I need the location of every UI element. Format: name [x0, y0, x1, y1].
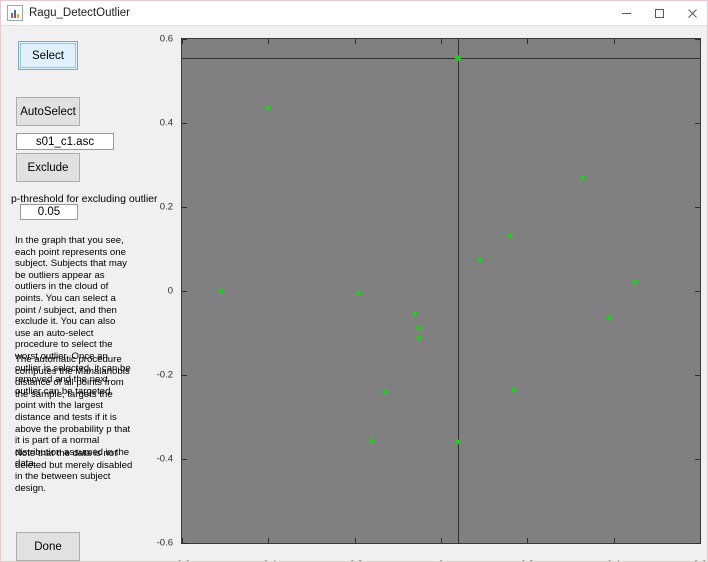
scatter-point[interactable]: [606, 315, 612, 321]
selection-crosshair-horizontal: [182, 57, 700, 59]
application-window: Ragu_DetectOutlier Select AutoSelect s01…: [0, 0, 708, 562]
exclude-button[interactable]: Exclude: [16, 153, 80, 182]
control-panel: Select AutoSelect s01_c1.asc Exclude p-t…: [2, 27, 163, 561]
done-button[interactable]: Done: [16, 532, 80, 561]
y-axis-tick: [695, 291, 700, 292]
y-axis-tick-label: -0.2: [156, 369, 173, 381]
window-controls: [610, 1, 707, 26]
y-axis-tick: [182, 375, 187, 376]
scatter-point[interactable]: [477, 257, 483, 262]
scatter-point[interactable]: [632, 279, 638, 285]
y-axis-tick: [695, 543, 700, 544]
p-threshold-input[interactable]: 0.05: [20, 204, 78, 220]
x-axis-tick: [441, 39, 442, 44]
select-button[interactable]: Select: [18, 41, 78, 70]
scatter-point[interactable]: [507, 233, 513, 239]
y-axis-tick: [182, 207, 187, 208]
scatter-point[interactable]: [412, 311, 418, 317]
y-axis-tick-label: 0: [167, 285, 173, 297]
y-axis-tick-label: -0.6: [156, 537, 173, 549]
scatter-plot-axes[interactable]: -0.6-0.4-0.200.20.40.6-0.6-0.4-0.200.20.…: [157, 34, 707, 562]
y-axis-tick: [695, 207, 700, 208]
y-axis-tick: [182, 459, 187, 460]
scatter-point[interactable]: [416, 325, 422, 331]
x-axis-tick: [182, 538, 183, 543]
y-axis-tick: [695, 375, 700, 376]
scatter-point[interactable]: [580, 175, 586, 181]
x-axis-tick: [354, 538, 356, 543]
info-paragraph-3: Note that the data is not deleted but me…: [15, 448, 136, 494]
x-axis-tick: [268, 39, 270, 44]
scatter-point[interactable]: [511, 387, 517, 393]
maximize-icon[interactable]: [643, 1, 676, 26]
scatter-point[interactable]: [265, 105, 271, 111]
selected-file-field[interactable]: s01_c1.asc: [16, 133, 114, 150]
y-axis-tick: [182, 291, 187, 292]
y-axis-tick-label: 0.2: [159, 201, 173, 213]
y-axis-tick: [182, 543, 187, 544]
title-bar: Ragu_DetectOutlier: [1, 1, 707, 26]
y-axis-tick-label: -0.4: [156, 453, 173, 465]
y-axis-tick: [182, 123, 187, 124]
selection-crosshair-vertical: [458, 39, 460, 543]
y-axis-tick-label: 0.4: [159, 117, 173, 129]
y-axis-tick: [695, 123, 700, 124]
x-axis-tick: [441, 538, 442, 543]
scatter-point[interactable]: [356, 290, 362, 296]
x-axis-tick: [182, 39, 183, 44]
x-axis-tick: [613, 39, 615, 44]
x-axis-tick: [527, 39, 529, 44]
scatter-point[interactable]: [218, 288, 224, 294]
x-axis-tick: [700, 538, 701, 543]
x-axis-tick: [268, 538, 270, 543]
x-axis-tick: [700, 39, 701, 44]
scatter-point[interactable]: [369, 438, 375, 444]
close-icon[interactable]: [676, 1, 707, 26]
y-axis-tick: [695, 459, 700, 460]
x-axis-tick: [527, 538, 529, 543]
scatter-point[interactable]: [382, 389, 388, 395]
window-title: Ragu_DetectOutlier: [29, 7, 130, 19]
scatter-point[interactable]: [416, 335, 422, 341]
selected-scatter-point[interactable]: [455, 54, 462, 61]
autoselect-button[interactable]: AutoSelect: [16, 97, 80, 126]
y-axis-tick-label: 0.6: [159, 33, 173, 45]
plot-panel: -0.6-0.4-0.200.20.40.6-0.6-0.4-0.200.20.…: [157, 27, 707, 562]
matlab-figure-icon: [7, 5, 23, 21]
scatter-point[interactable]: [455, 439, 461, 445]
x-axis-tick: [613, 538, 615, 543]
minimize-icon[interactable]: [610, 1, 643, 26]
x-axis-tick: [354, 39, 356, 44]
